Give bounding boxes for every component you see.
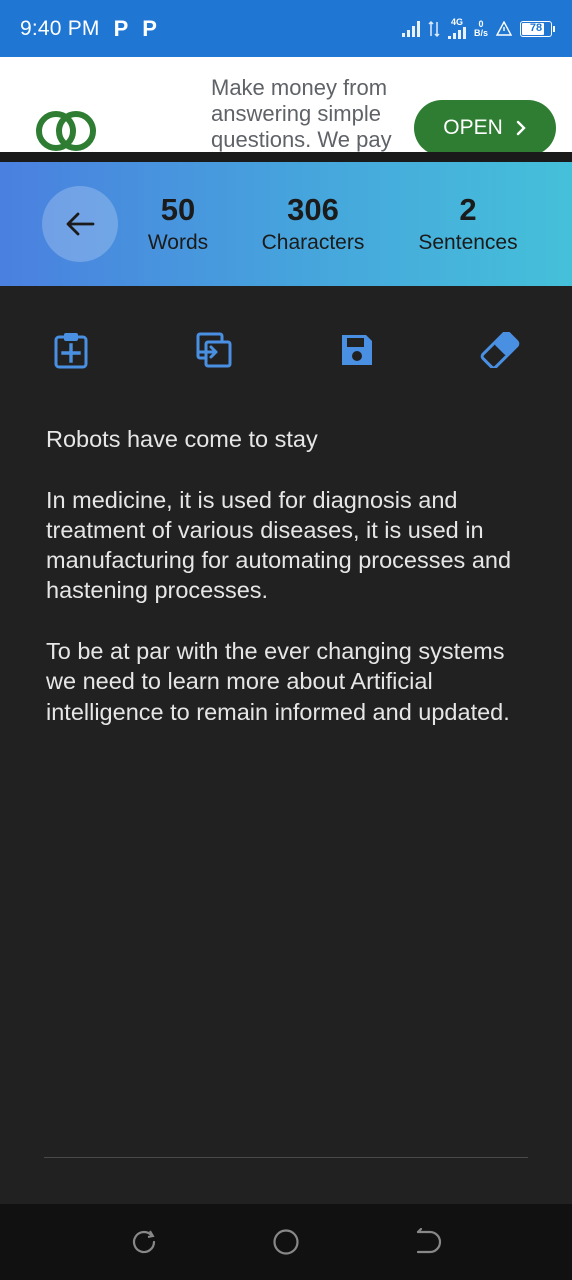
copy-button[interactable] [194, 330, 234, 370]
text-paragraph: Robots have come to stay [46, 426, 318, 452]
signal-icon [447, 27, 466, 39]
words-label: Words [147, 231, 209, 254]
ad-open-label: OPEN [443, 116, 503, 139]
network-4g: 4G [447, 17, 466, 39]
save-button[interactable] [337, 330, 377, 370]
copy-icon [196, 332, 232, 368]
battery-level: 78 [529, 21, 543, 34]
characters-count: 306 [287, 192, 339, 227]
editor-underline [44, 1157, 528, 1158]
alert-icon [496, 20, 512, 36]
eraser-icon [480, 332, 520, 368]
back-button[interactable] [42, 186, 118, 262]
paste-button[interactable] [51, 330, 91, 370]
clear-button[interactable] [480, 330, 520, 370]
ad-open-button[interactable]: OPEN [414, 100, 556, 153]
stat-sentences: 2 Sentences [408, 192, 528, 256]
characters-label: Characters [261, 231, 365, 254]
sentences-label: Sentences [418, 231, 518, 254]
words-count: 50 [160, 192, 196, 227]
network-type: 4G [450, 17, 463, 27]
toolbar [0, 286, 572, 416]
data-rate-unit: B/s [473, 27, 488, 38]
stat-characters: 306 Characters [253, 192, 373, 256]
save-icon [342, 335, 372, 365]
ad-divider [0, 152, 572, 162]
data-rate: 0 B/s [473, 19, 488, 38]
text-paragraph: In medicine, it is used for diagnosis an… [46, 486, 512, 604]
ad-logo-icon [36, 111, 96, 151]
text-paragraph: To be at par with the ever changing syst… [46, 638, 510, 725]
text-editor[interactable]: Robots have come to stay In medicine, it… [46, 424, 536, 757]
arrow-left-icon [66, 212, 95, 236]
status-bar: 9:40 PM P P 4G 0 B/s 78 [0, 0, 572, 57]
stat-words: 50 Words [138, 192, 218, 256]
paste-icon [54, 333, 88, 369]
notification-icon: P [142, 15, 157, 41]
notification-icon: P [113, 15, 129, 41]
status-icons: 4G 0 B/s 78 [401, 0, 555, 57]
battery-icon: 78 [520, 20, 555, 37]
recents-icon[interactable] [130, 1228, 158, 1256]
chevron-right-icon [516, 120, 526, 136]
navigation-bar [0, 1204, 572, 1280]
ad-banner[interactable]: Make money from answering simple questio… [0, 57, 572, 153]
sentences-count: 2 [459, 192, 477, 227]
ad-text: Make money from answering simple questio… [211, 75, 392, 152]
data-transfer-icon [428, 20, 440, 37]
stats-header: 50 Words 306 Characters 2 Sentences [0, 162, 572, 286]
status-time: 9:40 PM [20, 16, 100, 40]
home-icon[interactable] [272, 1228, 300, 1256]
signal-icon [401, 20, 420, 37]
back-nav-icon[interactable] [414, 1228, 442, 1256]
